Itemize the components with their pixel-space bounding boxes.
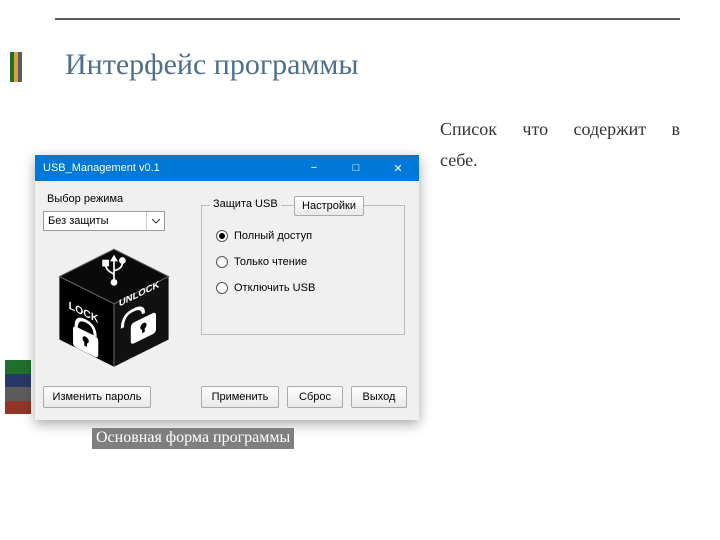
change-password-button[interactable]: Изменить пароль [43, 386, 151, 408]
slide-top-rule [55, 18, 680, 20]
protection-groupbox: Защита USB Настройки Полный доступ Тольк… [201, 205, 405, 335]
mode-select-value: Без защиты [48, 215, 109, 227]
exit-button[interactable]: Выход [351, 386, 407, 408]
radio-dot-icon [216, 230, 228, 242]
slide: Интерфейс программы Список что содержит … [0, 0, 720, 540]
slide-title: Интерфейс программы [65, 48, 359, 82]
slide-body-line1: Список что содержит в [440, 119, 680, 139]
lock-cube-image: LOCK UNLOCK [51, 245, 177, 371]
groupbox-legend: Защита USB [210, 198, 281, 210]
window-titlebar[interactable]: USB_Management v0.1 − □ ✕ [35, 155, 419, 181]
radio-readonly-label: Только чтение [234, 256, 307, 268]
radio-disable-label: Отключить USB [234, 282, 315, 294]
slide-accent-left [5, 360, 31, 414]
minimize-button[interactable]: − [293, 155, 335, 181]
window-client-area: Выбор режима Без защиты [35, 181, 419, 420]
radio-dot-icon [216, 282, 228, 294]
radio-readonly[interactable]: Только чтение [216, 256, 307, 268]
radio-dot-icon [216, 256, 228, 268]
app-window: USB_Management v0.1 − □ ✕ Выбор режима Б… [35, 155, 419, 420]
apply-button[interactable]: Применить [201, 386, 279, 408]
mode-select[interactable]: Без защиты [43, 211, 165, 231]
mode-label: Выбор режима [47, 193, 123, 205]
radio-disable-usb[interactable]: Отключить USB [216, 282, 315, 294]
chevron-down-icon [146, 212, 164, 230]
reset-button[interactable]: Сброс [287, 386, 343, 408]
window-title: USB_Management v0.1 [43, 162, 293, 174]
radio-full-access[interactable]: Полный доступ [216, 230, 312, 242]
slide-accent-top [10, 52, 22, 82]
slide-body-line2: себе. [440, 145, 680, 176]
close-button[interactable]: ✕ [377, 155, 419, 181]
slide-body-text: Список что содержит в себе. [440, 114, 680, 175]
maximize-button[interactable]: □ [335, 155, 377, 181]
radio-full-label: Полный доступ [234, 230, 312, 242]
figure-caption: Основная форма программы [92, 428, 294, 449]
settings-button[interactable]: Настройки [294, 196, 364, 216]
